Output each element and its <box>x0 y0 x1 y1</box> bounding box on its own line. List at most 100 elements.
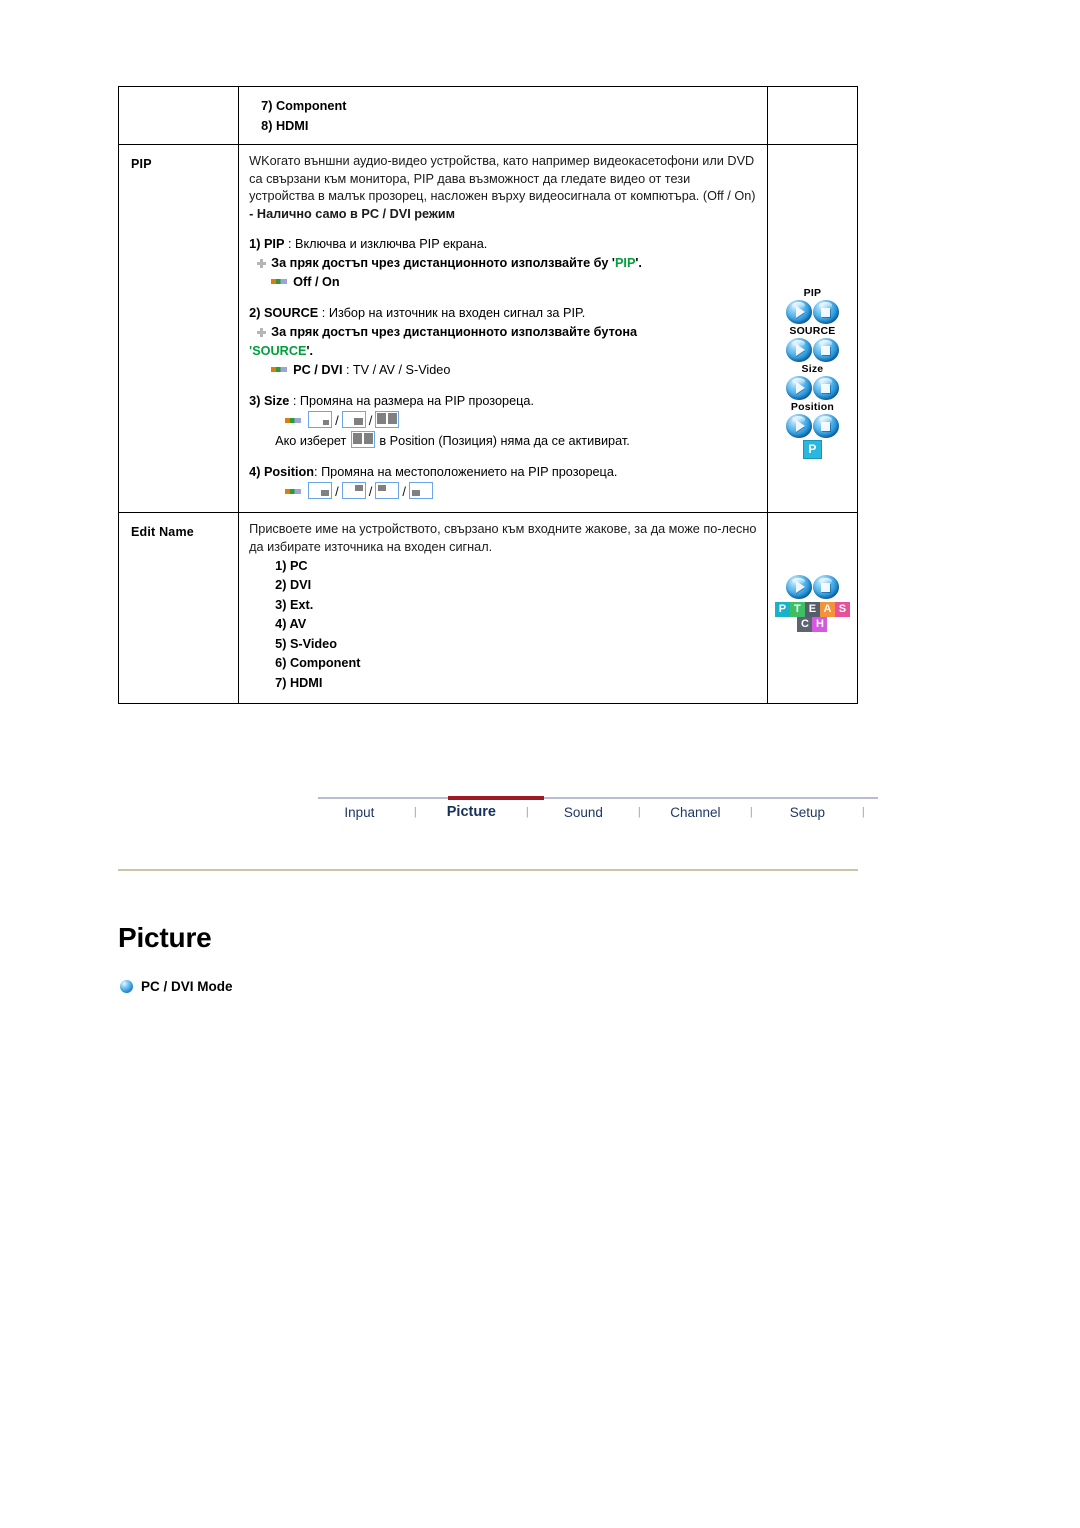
nav-tab-channel[interactable]: Channel <box>654 805 737 820</box>
bar-bullet-icon <box>285 489 302 495</box>
nav-separator: | <box>637 806 641 818</box>
pip-item-2-values: PC / DVI : TV / AV / S-Video <box>249 361 757 380</box>
remote-enter-button-icon[interactable] <box>812 575 839 600</box>
remote-caption-source: SOURCE <box>789 325 836 337</box>
source-remote-key: SOURCE <box>252 344 307 359</box>
pip-remote-key: PIP <box>614 256 636 271</box>
letter-tiles: P T E A S C H <box>768 602 857 633</box>
edit-name-artwork: P T E A S C H <box>768 513 857 633</box>
table-row-pip: PIP WKогато външни аудио-видео устройств… <box>117 143 859 514</box>
remote-caption-size: Size <box>801 363 824 375</box>
nav-separator: | <box>413 806 417 818</box>
editname-label-cell: Edit Name <box>117 512 240 705</box>
pip-size-note-post: в Position (Позиция) няма да се активира… <box>379 434 630 449</box>
letter-tile-c: C <box>797 617 813 633</box>
pip-size-note-pre: Ако изберет <box>275 434 347 449</box>
pip-item-1-values-text: Off / On <box>293 275 340 290</box>
pip-position-top-left-icon[interactable] <box>375 482 400 500</box>
nav-separator: | <box>525 806 529 818</box>
remote-play-button-icon[interactable] <box>785 575 812 600</box>
remote-play-button-icon[interactable] <box>785 300 812 324</box>
remote-play-button-icon[interactable] <box>785 414 812 438</box>
pip-item-2-tip-text: За пряк достъп чрез дистанционното изпол… <box>271 325 638 340</box>
pip-icon-cell: PIP SOURCE Size Position P <box>766 143 859 514</box>
remote-enter-button-icon[interactable] <box>812 300 839 324</box>
table-row: 7) Component 8) HDMI <box>117 86 859 145</box>
pip-item-2-tip-post: '. <box>306 344 314 359</box>
editname-body-cell: Присвоете име на устройството, свързано … <box>238 512 768 705</box>
remote-caption-position: Position <box>790 401 834 413</box>
letter-tile-p: P <box>774 602 790 618</box>
remote-play-button-icon[interactable] <box>785 376 812 400</box>
list-item: 5) S-Video <box>275 636 337 651</box>
p-badge-icon: P <box>802 440 822 459</box>
pip-mode-note: - Налично само в PC / DVI режим <box>249 206 456 221</box>
nav-tab-sound[interactable]: Sound <box>542 805 625 820</box>
letter-tile-s: S <box>834 602 850 618</box>
list-item: 1) PC <box>275 558 308 573</box>
list-item: 8) HDMI <box>261 118 309 133</box>
nav-tab-input[interactable]: Input <box>318 805 401 820</box>
pip-position-top-right-icon[interactable] <box>341 482 366 500</box>
pip-size-note: Ако изберет в Position (Позиция) няма да… <box>249 431 757 451</box>
pip-intro-text: WKогато външни аудио-видео устройства, к… <box>249 154 756 204</box>
pip-item-2-tip: За пряк достъп чрез дистанционното изпол… <box>249 323 757 342</box>
pip-position-bottom-right-icon[interactable] <box>308 482 333 500</box>
pip-item-4: 4) Position: Промяна на местоположението… <box>249 463 757 482</box>
continuation-label-cell <box>117 86 240 145</box>
nav-tab-setup[interactable]: Setup <box>766 805 849 820</box>
row-label-pip: PIP <box>131 157 152 171</box>
pip-item-1-text: : Включва и изключва PIP екрана. <box>284 237 488 252</box>
pip-item-3: 3) Size : Промяна на размера на PIP проз… <box>249 392 757 411</box>
pip-size-small-icon[interactable] <box>308 411 333 429</box>
letter-tiles-row-1: P T E A S <box>768 602 857 618</box>
nav-divider-rule <box>318 797 878 799</box>
pip-item-4-text: : Промяна на местоположението на PIP про… <box>314 465 618 480</box>
letter-tile-t: T <box>789 602 805 618</box>
bullet-sphere-icon <box>120 980 133 993</box>
nav-items: Input | Picture | Sound | Channel | Setu… <box>318 804 878 820</box>
pip-item-3-number: 3) Size <box>249 394 290 409</box>
pip-body-cell: WKогато външни аудио-видео устройства, к… <box>238 143 768 514</box>
letter-tiles-row-2: C H <box>768 617 857 633</box>
letter-tile-e: E <box>804 602 820 618</box>
pip-item-2: 2) SOURCE : Избор на източник на входен … <box>249 304 757 323</box>
remote-group-size: Size <box>768 363 857 400</box>
bar-bullet-icon <box>285 418 302 424</box>
pip-item-4-number: 4) Position <box>249 465 315 480</box>
list-item: 2) DVI <box>275 578 312 593</box>
pip-item-1-tip: За пряк достъп чрез дистанционното изпол… <box>249 254 757 273</box>
pip-size-medium-icon[interactable] <box>341 411 366 429</box>
table-row-edit-name: Edit Name Присвоете име на устройството,… <box>117 512 859 705</box>
page-title: Picture <box>118 922 212 953</box>
bar-bullet-icon <box>271 367 288 373</box>
pip-size-double-icon[interactable] <box>375 411 400 429</box>
subsection-heading-label: PC / DVI Mode <box>141 979 233 994</box>
section-divider-rule <box>118 869 858 871</box>
pip-item-1-tip-post: '. <box>635 256 642 271</box>
remote-group-pip: PIP <box>768 287 857 324</box>
remote-group-source: SOURCE <box>768 325 857 362</box>
continuation-icon-cell <box>766 86 859 145</box>
pip-item-2-number: 2) SOURCE <box>249 306 319 321</box>
pip-position-bottom-left-icon[interactable] <box>409 482 434 500</box>
pip-item-1: 1) PIP : Включва и изключва PIP екрана. <box>249 235 757 254</box>
bar-bullet-icon <box>271 279 288 285</box>
remote-enter-button-icon[interactable] <box>812 414 839 438</box>
remote-play-button-icon[interactable] <box>785 338 812 362</box>
nav-tab-picture[interactable]: Picture <box>430 804 513 820</box>
pip-item-2-values-bold: PC / DVI <box>293 363 343 378</box>
list-item: 4) AV <box>275 617 307 632</box>
remote-enter-button-icon[interactable] <box>812 338 839 362</box>
nav-separator: | <box>749 806 753 818</box>
remote-caption-pip: PIP <box>803 287 822 299</box>
pip-size-options: / / <box>249 411 757 431</box>
nav-separator: | <box>861 806 865 818</box>
remote-enter-button-icon[interactable] <box>812 376 839 400</box>
pip-position-options: / / / <box>249 482 757 502</box>
letter-tile-h: H <box>812 617 828 633</box>
list-item: 6) Component <box>275 656 361 671</box>
subsection-heading: PC / DVI Mode <box>120 979 233 994</box>
list-item: 7) Component <box>261 99 347 113</box>
remote-group-position: Position P <box>768 401 857 459</box>
